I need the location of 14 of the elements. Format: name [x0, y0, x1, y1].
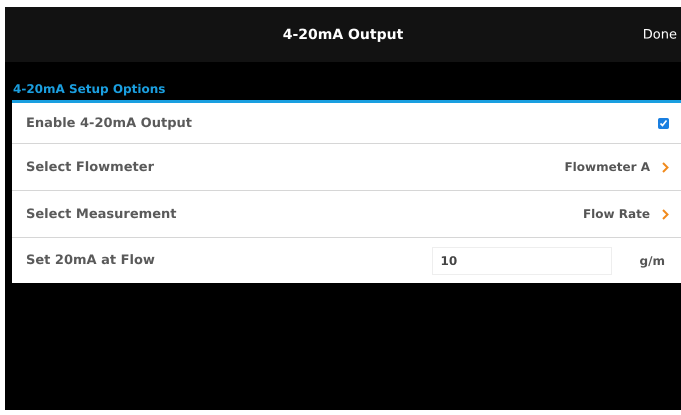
checkbox[interactable]	[658, 118, 669, 128]
input-field[interactable]: 10	[432, 246, 612, 274]
row-label: Enable 4-20mA Output	[26, 116, 193, 130]
unit-label: g/m	[640, 254, 665, 268]
nav-title: 4-20mA Output	[282, 26, 404, 42]
section-header: 4-20mA Setup Options	[12, 81, 166, 98]
row-label: Select Flowmeter	[26, 160, 155, 174]
chevron-right-icon	[662, 208, 669, 220]
row-value: Flowmeter A	[564, 160, 650, 174]
row-label: Select Measurement	[26, 206, 178, 222]
chevron-right-icon	[662, 162, 669, 172]
row-value: Flow Rate	[582, 207, 650, 221]
row-label: Set 20mA at Flow	[26, 253, 156, 268]
done-button[interactable]: Done	[642, 27, 677, 42]
